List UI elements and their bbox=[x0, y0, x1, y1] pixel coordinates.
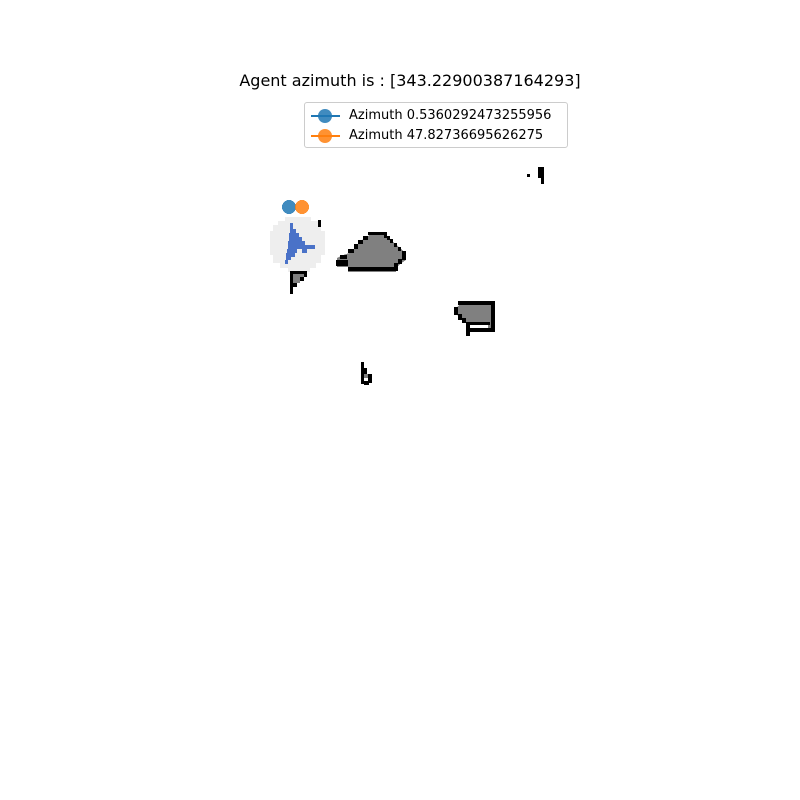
obstacle-large bbox=[336, 232, 406, 272]
obstacle-fragment-lower bbox=[361, 362, 372, 385]
obstacle-speck bbox=[318, 220, 321, 227]
obstacle-below-agent bbox=[290, 271, 307, 294]
obstacle-box bbox=[454, 301, 495, 336]
obstacle-fragment-top-right bbox=[527, 167, 544, 184]
azimuth-marker-2 bbox=[295, 200, 309, 214]
azimuth-marker-1 bbox=[282, 200, 296, 214]
occupancy-map bbox=[270, 167, 544, 385]
